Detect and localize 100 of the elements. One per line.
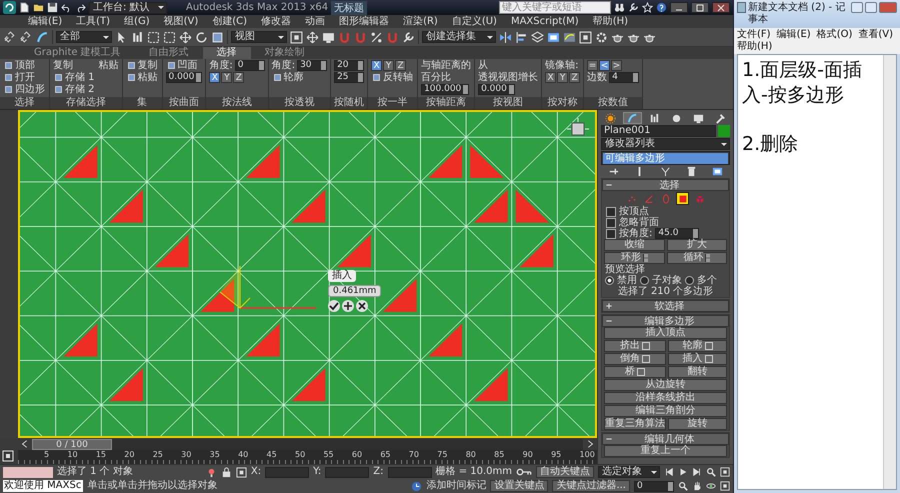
menu-item[interactable]: 文件(F): [737, 29, 771, 41]
zoom-icon[interactable]: [706, 467, 716, 477]
coordinate-field[interactable]: [265, 466, 310, 478]
toggle-button[interactable]: =: [587, 60, 598, 71]
toggle-button[interactable]: >: [611, 60, 622, 71]
pin-stack-icon[interactable]: [608, 166, 620, 177]
toggle-button[interactable]: Y: [557, 72, 568, 83]
radio-button[interactable]: [685, 276, 694, 285]
go-to-start-icon[interactable]: [664, 467, 674, 477]
add-time-tag-label[interactable]: 添加时间标记: [426, 480, 486, 492]
object-color-swatch[interactable]: [718, 125, 730, 137]
toggle-button[interactable]: X: [209, 72, 220, 83]
coordinate-field[interactable]: [325, 466, 370, 478]
toggle-button[interactable]: Y: [383, 60, 394, 71]
ribbon-button[interactable]: 打开: [3, 72, 46, 83]
spinner-field[interactable]: 25: [334, 72, 364, 83]
panel-button[interactable]: 重复三角算法: [604, 418, 666, 430]
link-icon[interactable]: [4, 30, 17, 44]
ribbon-button[interactable]: 四边形: [3, 84, 46, 95]
panel-button[interactable]: 翻转: [668, 366, 727, 378]
rollout-header[interactable]: 选择: [602, 179, 729, 191]
rollout-header[interactable]: 软选择: [602, 300, 729, 312]
ribbon-tab[interactable]: 自由形式: [134, 47, 203, 59]
panel-button[interactable]: 从边旋转: [604, 379, 727, 391]
panel-button[interactable]: 插入: [668, 353, 727, 365]
go-to-end-icon[interactable]: [692, 467, 702, 477]
pan-icon[interactable]: [692, 481, 702, 491]
menu-item[interactable]: 组(G): [124, 16, 150, 28]
time-tag-icon[interactable]: [411, 480, 422, 492]
toggle-button[interactable]: X: [371, 60, 382, 71]
menu-item[interactable]: 修改器: [261, 16, 292, 28]
play-icon[interactable]: [678, 467, 688, 477]
close-button[interactable]: [712, 2, 730, 13]
help-icon[interactable]: [656, 2, 667, 13]
caddy-amount-field[interactable]: 0.461mm: [328, 285, 382, 297]
panel-button[interactable]: 插入顶点: [604, 327, 727, 339]
selection-region-icon[interactable]: [147, 30, 160, 44]
reference-coordinate-dropdown[interactable]: 视图: [231, 31, 287, 43]
rollout-header[interactable]: 编辑多边形: [602, 315, 729, 327]
ribbon-button[interactable]: 复制: [126, 60, 159, 71]
menu-item[interactable]: 帮助(H): [592, 16, 628, 28]
subobject-level-button[interactable]: [676, 192, 689, 205]
panel-button[interactable]: 轮廓: [668, 340, 727, 352]
mirror-icon[interactable]: [499, 30, 512, 44]
redo-icon[interactable]: [75, 2, 86, 13]
move-icon[interactable]: [179, 30, 192, 44]
script-listener-field[interactable]: [3, 466, 53, 478]
ribbon-tab[interactable]: Graphite 建模工具: [20, 47, 135, 59]
toggle-button[interactable]: Z: [233, 72, 244, 83]
spinner-field[interactable]: 100.000: [421, 84, 470, 95]
toggle-button[interactable]: Z: [395, 60, 406, 71]
selection-filter-dropdown[interactable]: 全部: [56, 31, 112, 43]
checkbox[interactable]: [606, 206, 616, 216]
orbit-icon[interactable]: [706, 481, 716, 491]
checkbox[interactable]: [606, 218, 616, 228]
undo-icon[interactable]: [61, 2, 72, 13]
menu-item[interactable]: 编辑(E): [28, 16, 62, 28]
minimize-button[interactable]: [670, 2, 688, 13]
toggle-button[interactable]: Z: [569, 72, 580, 83]
panel-button[interactable]: 沿样条线挤出: [604, 392, 727, 404]
script-output-field[interactable]: 欢迎使用 MAXSc: [3, 480, 84, 492]
toggle-button[interactable]: Y: [221, 72, 232, 83]
spinner-field[interactable]: 30: [297, 60, 328, 71]
star-icon[interactable]: [642, 2, 653, 13]
set-key-button[interactable]: 设置关键点: [490, 480, 548, 492]
menu-item[interactable]: 图形编辑器: [339, 16, 390, 28]
radio-button[interactable]: [640, 276, 649, 285]
toggle-button[interactable]: <: [599, 60, 610, 71]
menu-item[interactable]: MAXScript(M): [510, 16, 579, 28]
angle-field[interactable]: 45.0: [655, 228, 700, 239]
spinner-field[interactable]: 0.000: [478, 84, 515, 95]
spinner-field[interactable]: 20: [334, 60, 364, 71]
key-filters-button[interactable]: 关键点过滤器...: [552, 480, 630, 492]
panel-button[interactable]: 旋转: [668, 418, 727, 430]
wrench-icon[interactable]: [628, 2, 639, 13]
coordinate-field[interactable]: [388, 466, 432, 478]
panel-button[interactable]: 重复上一个: [604, 445, 727, 457]
ribbon-button[interactable]: 顶部: [3, 60, 46, 71]
percent-snap-icon[interactable]: [370, 30, 383, 44]
panel-button[interactable]: 编辑三角剖分: [604, 405, 727, 417]
timeline-ruler[interactable]: 5 10 15 20 25 30 35 40 45 50 55 60 65 70 75 80 85 90 95 100: [18, 450, 597, 464]
auto-key-button[interactable]: 自动关键点: [536, 466, 594, 478]
menu-item[interactable]: 工具(T): [76, 16, 110, 28]
panel-button[interactable]: 循环: [666, 252, 727, 264]
spinner-field[interactable]: 4: [609, 72, 640, 83]
stack-item[interactable]: 可编辑多边形: [603, 153, 728, 164]
spinner-field[interactable]: 0: [234, 60, 265, 71]
panel-button[interactable]: 扩大: [666, 239, 727, 251]
layers-icon[interactable]: [531, 30, 544, 44]
menu-item[interactable]: 编辑(E): [776, 29, 811, 41]
time-slider-thumb[interactable]: 0 / 100: [32, 438, 112, 450]
ribbon-button[interactable]: 粘贴: [126, 72, 159, 83]
radio-button[interactable]: [605, 276, 614, 285]
frame-field[interactable]: 0: [634, 480, 674, 492]
app-logo-icon[interactable]: [3, 1, 16, 14]
panel-button[interactable]: 挤出: [604, 340, 666, 352]
ribbon-button[interactable]: 凹面: [166, 60, 202, 71]
toggle-button[interactable]: X: [545, 72, 556, 83]
panel-button[interactable]: 倒角: [604, 353, 666, 365]
align-icon[interactable]: [515, 30, 528, 44]
